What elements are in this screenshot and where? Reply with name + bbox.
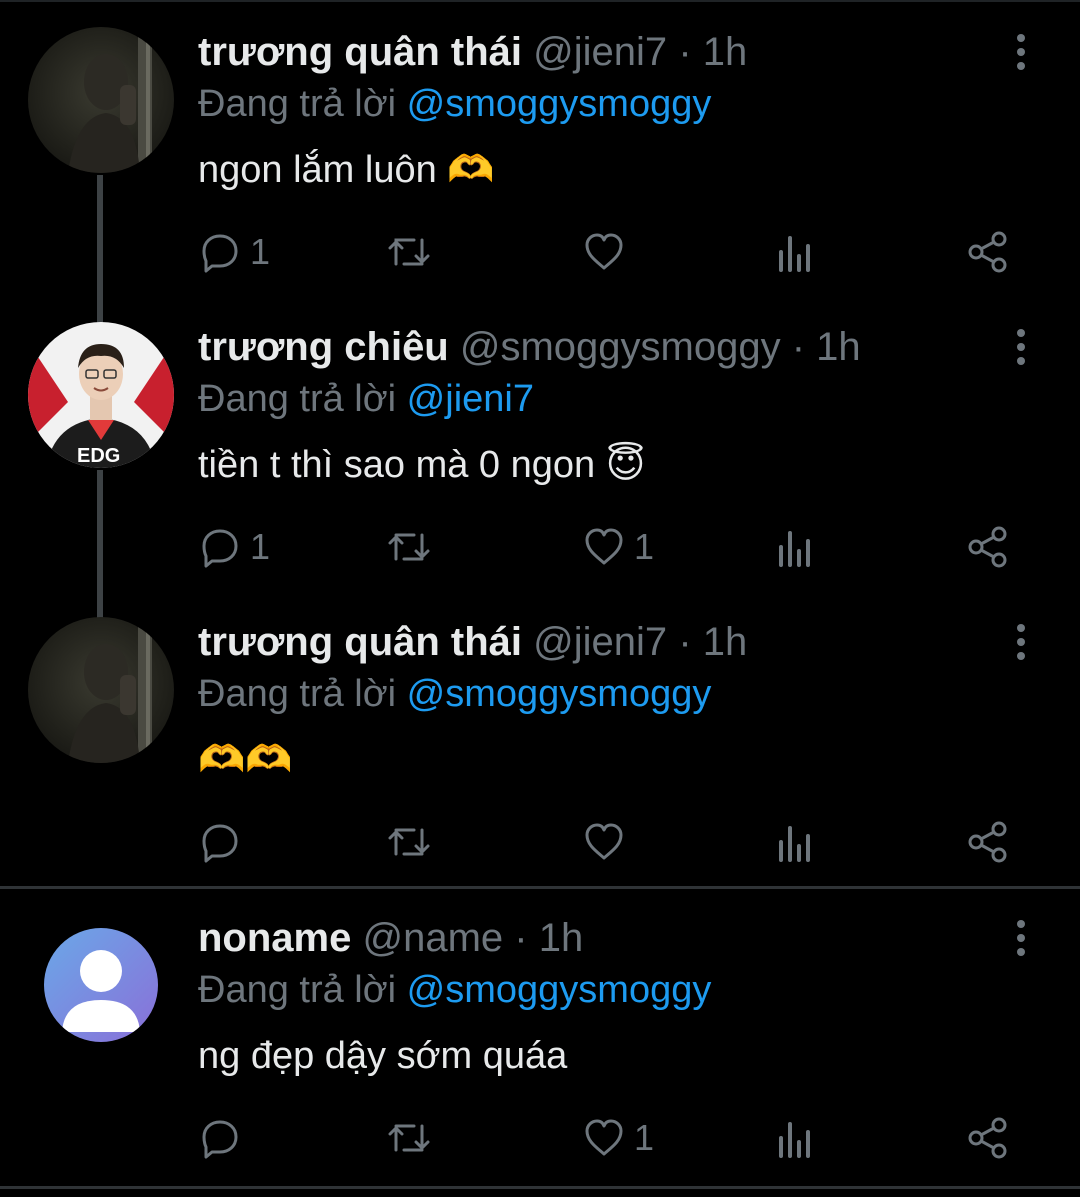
analytics-icon <box>779 531 810 567</box>
tweet-text: 🫶🫶 <box>198 739 293 781</box>
more-vertical-icon[interactable] <box>1008 327 1034 367</box>
reply-icon <box>202 824 238 863</box>
heart-icon <box>585 823 623 860</box>
jersey-text: EDG <box>77 445 120 467</box>
share-icon <box>968 231 1007 273</box>
views-button[interactable] <box>776 817 816 867</box>
handle[interactable]: @name <box>362 916 503 960</box>
retweet-button[interactable] <box>386 1113 440 1163</box>
reply-mention[interactable]: @jieni7 <box>407 378 534 420</box>
reply-count: 1 <box>250 526 271 567</box>
analytics-icon <box>779 826 810 862</box>
heart-icon <box>585 1119 623 1156</box>
share-button[interactable] <box>966 522 1010 572</box>
avatar[interactable] <box>28 617 174 763</box>
tweet[interactable]: noname @name · 1h Đang trả lời @smoggysm… <box>0 890 1080 1185</box>
more-vertical-icon[interactable] <box>1008 32 1034 72</box>
reply-button[interactable] <box>198 817 250 867</box>
share-icon <box>968 526 1007 568</box>
more-vertical-icon[interactable] <box>1008 918 1034 958</box>
retweet-icon <box>388 828 430 856</box>
tweet-text: ngon lắm luôn 🫶 <box>198 149 495 191</box>
tweet[interactable]: trương quân thái @jieni7 · 1h Đang trả l… <box>0 590 1080 885</box>
retweet-button[interactable] <box>386 817 440 867</box>
avatar[interactable] <box>28 27 174 173</box>
like-button[interactable]: 1 <box>582 522 654 572</box>
replying-to-label: Đang trả lời <box>198 83 397 125</box>
display-name[interactable]: noname <box>198 916 351 960</box>
share-icon <box>968 1117 1007 1159</box>
retweet-button[interactable] <box>386 522 440 572</box>
thread-separator <box>0 886 1080 889</box>
like-count: 1 <box>634 526 655 567</box>
retweet-icon <box>388 1124 430 1152</box>
display-name[interactable]: trương quân thái <box>198 30 522 74</box>
share-icon <box>968 821 1007 863</box>
timestamp[interactable]: · 1h <box>514 916 583 960</box>
reply-mention[interactable]: @smoggysmoggy <box>407 83 712 125</box>
reply-button[interactable] <box>198 1113 250 1163</box>
reply-button[interactable]: 1 <box>198 227 270 277</box>
views-button[interactable] <box>776 1113 816 1163</box>
heart-icon <box>585 233 623 270</box>
tweet[interactable]: trương quân thái @jieni7 · 1h Đang trả l… <box>0 0 1080 290</box>
analytics-icon <box>779 1122 810 1158</box>
reply-button[interactable]: 1 <box>198 522 270 572</box>
handle[interactable]: @smoggysmoggy <box>460 325 781 369</box>
like-button[interactable] <box>582 227 634 277</box>
timestamp[interactable]: · 1h <box>792 325 861 369</box>
views-button[interactable] <box>776 227 816 277</box>
reply-icon <box>202 529 238 568</box>
retweet-icon <box>388 238 430 266</box>
views-button[interactable] <box>776 522 816 572</box>
avatar[interactable] <box>44 928 158 1042</box>
replying-to-label: Đang trả lời <box>198 378 397 420</box>
more-vertical-icon[interactable] <box>1008 622 1034 662</box>
like-button[interactable]: 1 <box>582 1113 654 1163</box>
tweet-text: ng đẹp dậy sớm quáa <box>198 1035 568 1077</box>
tweet[interactable]: EDG trương chiêu @smoggysmoggy · 1h Đang… <box>0 295 1080 590</box>
retweet-button[interactable] <box>386 227 440 277</box>
retweet-icon <box>388 533 430 561</box>
share-button[interactable] <box>966 1113 1010 1163</box>
share-button[interactable] <box>966 817 1010 867</box>
display-name[interactable]: trương chiêu <box>198 325 449 369</box>
reply-mention[interactable]: @smoggysmoggy <box>407 969 712 1011</box>
reply-mention[interactable]: @smoggysmoggy <box>407 673 712 715</box>
like-button[interactable] <box>582 817 634 867</box>
tweet-text: tiền t thì sao mà 0 ngon 😇 <box>198 444 646 486</box>
timestamp[interactable]: · 1h <box>678 620 747 664</box>
replying-to-label: Đang trả lời <box>198 673 397 715</box>
timestamp[interactable]: · 1h <box>678 30 747 74</box>
avatar[interactable]: EDG <box>28 322 174 468</box>
like-count: 1 <box>634 1117 655 1158</box>
reply-count: 1 <box>250 231 271 272</box>
handle[interactable]: @jieni7 <box>533 620 667 664</box>
reply-icon <box>202 234 238 273</box>
heart-icon <box>585 528 623 565</box>
analytics-icon <box>779 236 810 272</box>
replying-to-label: Đang trả lời <box>198 969 397 1011</box>
bottom-separator <box>0 1186 1080 1189</box>
reply-icon <box>202 1120 238 1159</box>
handle[interactable]: @jieni7 <box>533 30 667 74</box>
display-name[interactable]: trương quân thái <box>198 620 522 664</box>
share-button[interactable] <box>966 227 1010 277</box>
